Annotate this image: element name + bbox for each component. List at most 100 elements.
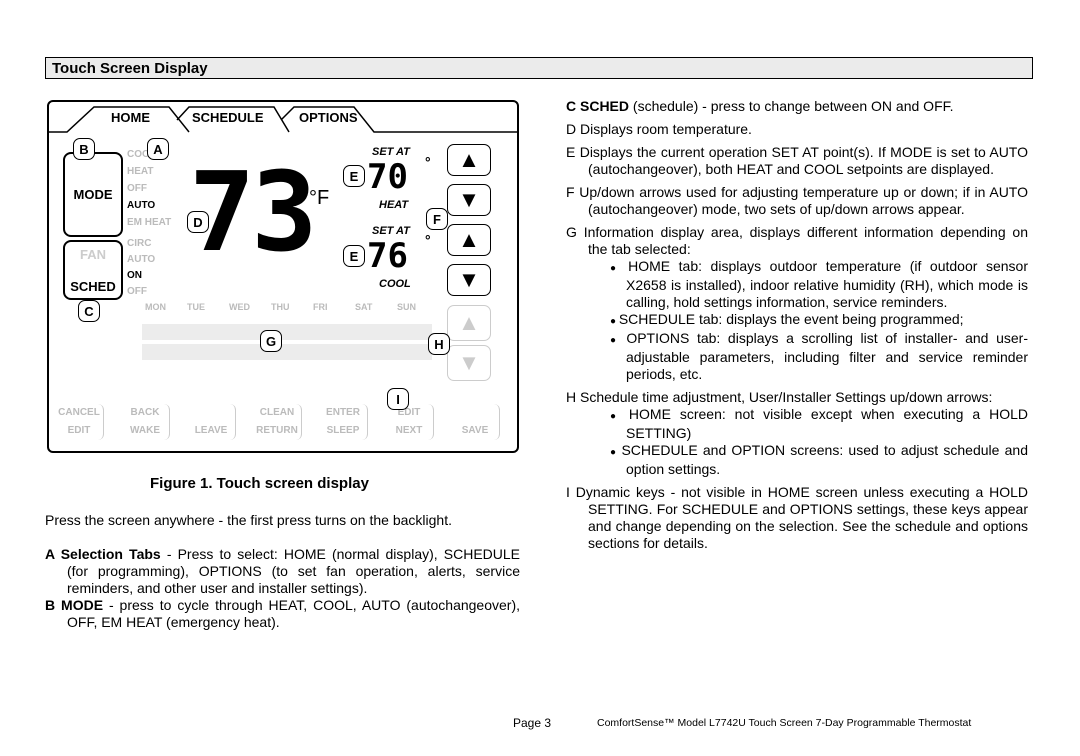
day-label: SUN [397,302,417,312]
bullet-item: ● HOME screen: not visible except when e… [610,406,1028,442]
item-f: F Up/down arrows used for adjusting temp… [566,184,1028,217]
dynamic-key-label: SLEEP [326,425,360,436]
bullet-icon: ● [610,447,622,458]
heat-down-arrow-button[interactable]: ▼ [447,184,491,216]
bullet-text: HOME tab: displays outdoor temperature (… [626,258,1028,310]
bullet-icon: ● [610,263,629,274]
dynamic-key-label: SAVE [461,425,489,436]
callout-c: C [78,300,100,322]
dynamic-key-label: NEXT [395,425,423,436]
callout-e-cool: E [343,245,365,267]
info-display-bar-1 [142,324,432,340]
room-temperature: 73 [189,148,317,276]
dynamic-key-label: WAKE [130,425,160,436]
right-column: C SCHED (schedule) - press to change bet… [566,98,1028,552]
item-d: D Displays room temperature. [566,121,752,137]
section-title: Touch Screen Display [45,57,1033,79]
mode-option: AUTO [127,200,156,211]
callout-f: F [426,208,448,230]
dynamic-key[interactable]: CANCEL EDIT [55,404,104,440]
day-label: WED [229,302,250,312]
schedule-up-arrow-button[interactable]: ▲ [447,305,491,341]
dynamic-key[interactable]: ENTER SLEEP [319,404,368,440]
page-number: Page 3 [513,716,552,730]
fan-option: CIRC [127,238,152,249]
dynamic-key[interactable]: LEAVE [187,404,236,440]
mode-option: OFF [127,183,147,194]
dynamic-key-label: BACK [130,407,160,418]
heat-setpoint: 70 [367,157,408,197]
fan-option: ON [127,270,142,281]
mode-option: EM HEAT [127,217,172,228]
tab-home[interactable]: HOME [111,110,150,125]
dynamic-key[interactable]: BACK WAKE [121,404,170,440]
dynamic-key[interactable]: CLEAN RETURN [253,404,302,440]
dynamic-key-label: LEAVE [194,425,228,436]
tab-options[interactable]: OPTIONS [299,110,358,125]
sched-label: SCHED [70,279,116,294]
bullet-item: ● HOME tab: displays outdoor temperature… [610,258,1028,311]
bullet-text: HOME screen: not visible except when exe… [626,406,1028,441]
dynamic-key-label [187,404,235,422]
dynamic-key-label: CLEAN [259,407,295,418]
tab-schedule[interactable]: SCHEDULE [192,110,264,125]
item-a-key: A Selection Tabs [45,546,161,562]
cool-up-arrow-button[interactable]: ▲ [447,224,491,256]
item-h: H Schedule time adjustment, User/Install… [566,389,993,405]
dynamic-key-label [451,404,499,422]
bullet-icon: ● [610,335,627,346]
dynamic-key-label: ENTER [326,407,360,418]
bullet-item: ● SCHEDULE tab: displays the event being… [610,311,1028,330]
day-label: FRI [313,302,328,312]
day-label: MON [145,302,166,312]
heat-up-arrow-button[interactable]: ▲ [447,144,491,176]
cool-label: COOL [379,278,411,290]
bullet-text: OPTIONS tab: displays a scrolling list o… [626,330,1028,382]
info-display-bar-2 [142,344,432,360]
cool-down-arrow-button[interactable]: ▼ [447,264,491,296]
fan-option: AUTO [127,254,156,265]
dynamic-key-label: EDIT [67,425,91,436]
intro-text: Press the screen anywhere - the first pr… [45,512,452,528]
fan-label: FAN [80,247,106,262]
schedule-down-arrow-button[interactable]: ▼ [447,345,491,381]
dynamic-key-label: RETURN [256,425,298,436]
heat-degree: ° [425,154,431,170]
bullet-text: SCHEDULE and OPTION screens: used to adj… [621,442,1028,477]
day-label: TUE [187,302,205,312]
callout-e-heat: E [343,165,365,187]
callout-h: H [428,333,450,355]
item-e: E Displays the current operation SET AT … [566,144,1028,177]
bullet-text: SCHEDULE tab: displays the event being p… [618,311,964,327]
item-i: I Dynamic keys - not visible in HOME scr… [566,484,1028,551]
touch-screen-figure: HOME SCHEDULE OPTIONS MODE FAN SCHED COO… [47,100,519,453]
day-label: SAT [355,302,373,312]
callout-i: I [387,388,409,410]
mode-button[interactable]: MODE [63,152,123,237]
bullet-icon: ● [610,316,619,327]
callout-a: A [147,138,169,160]
sched-button[interactable]: FAN SCHED [63,240,123,300]
room-temperature-unit: °F [309,187,330,209]
item-c-text: (schedule) - press to change between ON … [629,98,954,114]
left-column: A Selection Tabs - Press to select: HOME… [45,546,520,631]
day-label: THU [271,302,290,312]
item-b-text: - press to cycle through HEAT, COOL, AUT… [67,597,521,630]
dynamic-key[interactable]: SAVE [451,404,500,440]
callout-g: G [260,330,282,352]
cool-degree: ° [425,232,431,248]
item-b-key: B MODE [45,597,104,613]
item-c-key: C SCHED [566,98,630,114]
callout-d: D [187,211,209,233]
cool-setpoint: 76 [367,236,408,276]
callout-b: B [73,138,95,160]
bullet-icon: ● [610,411,629,422]
dynamic-key-label: CANCEL [58,407,100,418]
figure-caption: Figure 1. Touch screen display [150,475,369,492]
bullet-item: ● SCHEDULE and OPTION screens: used to a… [610,442,1028,478]
item-g: G Information display area, displays dif… [566,224,1028,257]
product-name: ComfortSense™ Model L7742U Touch Screen … [597,717,972,729]
mode-option: HEAT [127,166,154,177]
fan-option: OFF [127,286,147,297]
bullet-item: ● OPTIONS tab: displays a scrolling list… [610,330,1028,383]
